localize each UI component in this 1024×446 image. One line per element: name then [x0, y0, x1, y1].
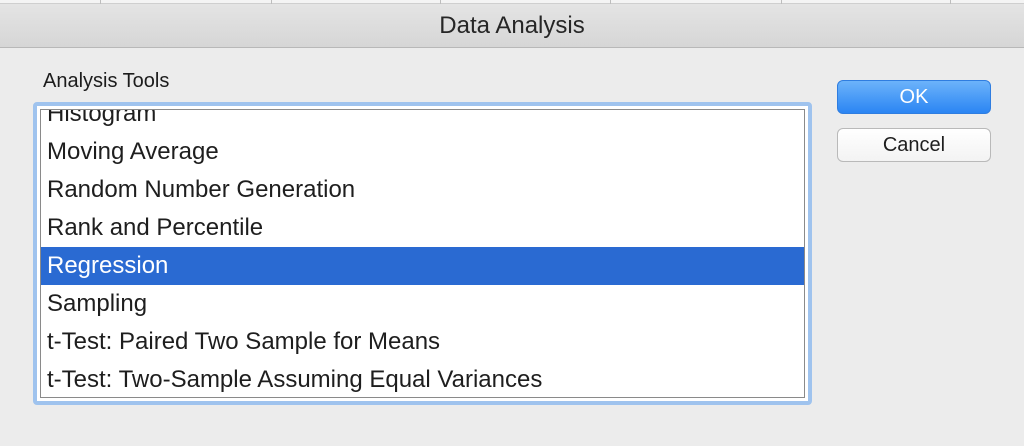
data-analysis-dialog: Data Analysis Analysis Tools Histogram M… — [0, 0, 1024, 446]
list-item-t-test-equal-variances[interactable]: t-Test: Two-Sample Assuming Equal Varian… — [41, 361, 804, 397]
list-item-regression[interactable]: Regression — [41, 247, 804, 285]
list-item-t-test-paired[interactable]: t-Test: Paired Two Sample for Means — [41, 323, 804, 361]
analysis-tools-list: Histogram Moving Average Random Number G… — [41, 110, 804, 397]
list-item-rank-and-percentile[interactable]: Rank and Percentile — [41, 209, 804, 247]
ok-button[interactable]: OK — [837, 80, 991, 114]
title-bar[interactable]: Data Analysis — [0, 4, 1024, 48]
list-item-histogram[interactable]: Histogram — [41, 110, 804, 133]
list-item-random-number-generation[interactable]: Random Number Generation — [41, 171, 804, 209]
analysis-tools-label: Analysis Tools — [43, 70, 170, 92]
dialog-title: Data Analysis — [439, 12, 585, 39]
listbox-viewport: Histogram Moving Average Random Number G… — [40, 109, 805, 398]
analysis-tools-listbox[interactable]: Histogram Moving Average Random Number G… — [33, 102, 812, 405]
cancel-button[interactable]: Cancel — [837, 128, 991, 162]
list-item-moving-average[interactable]: Moving Average — [41, 133, 804, 171]
list-item-sampling[interactable]: Sampling — [41, 285, 804, 323]
